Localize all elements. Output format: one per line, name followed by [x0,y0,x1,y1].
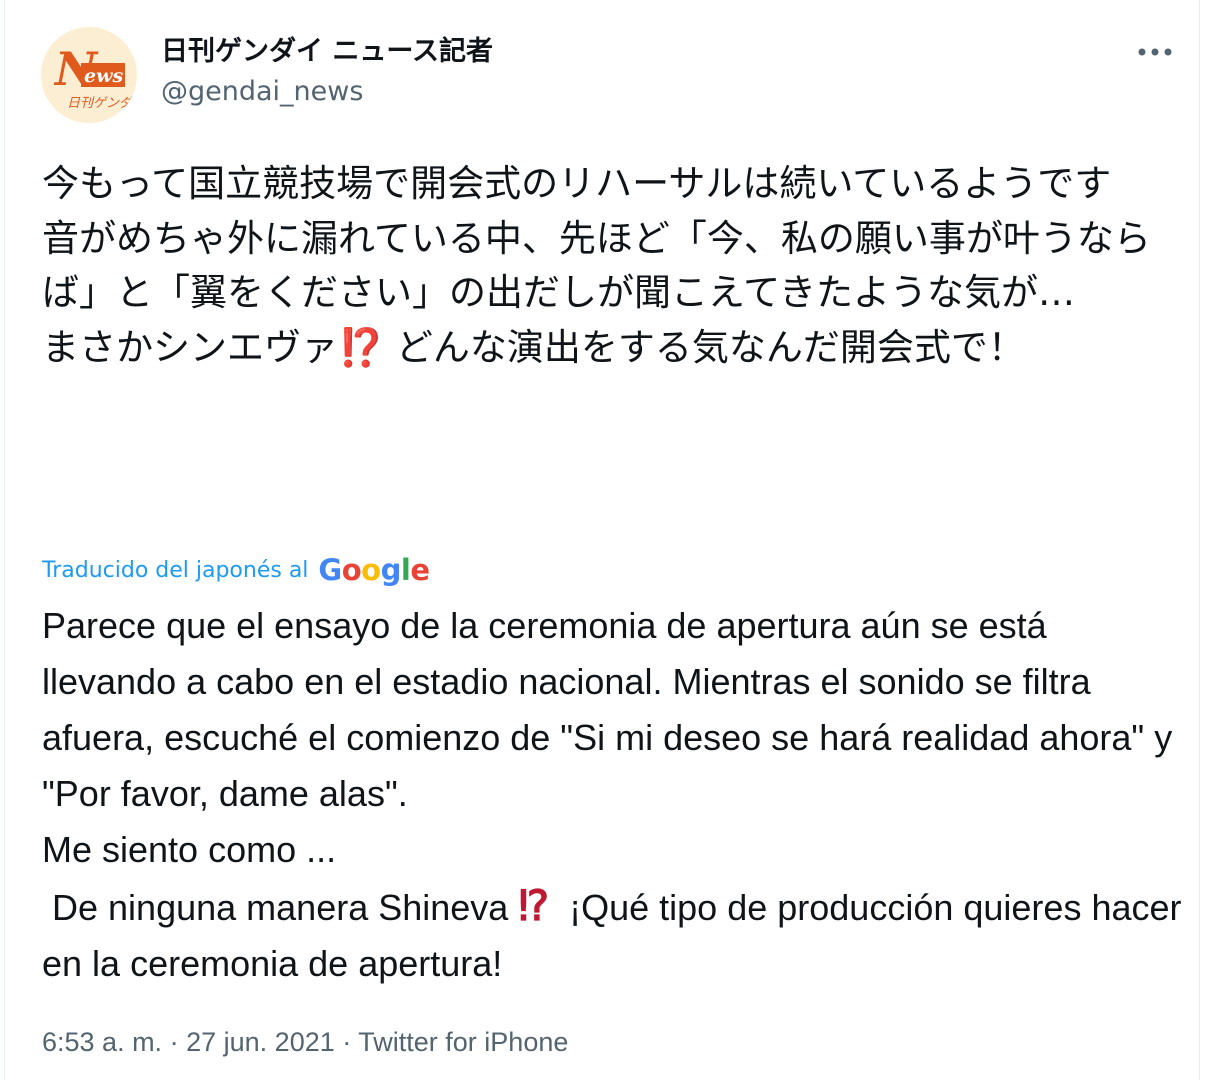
more-horizontal-icon [1138,48,1172,56]
tweet-time[interactable]: 6:53 a. m. [42,1027,162,1057]
tweet-card: N ews 日刊ゲンダイ 日刊ゲンダイ ニュース記者 @gendai_news … [4,0,1200,1080]
more-options-button[interactable] [1131,36,1179,68]
translated-label[interactable]: Traducido del japonés al [42,558,308,583]
tweet-date[interactable]: 27 jun. 2021 [186,1027,335,1057]
user-handle[interactable]: @gendai_news [161,74,363,110]
translated-tweet-text: Parece que el ensayo de la ceremonia de … [42,598,1182,992]
separator: · [169,1027,179,1057]
svg-text:日刊ゲンダイ: 日刊ゲンダイ [67,96,137,111]
svg-text:ews: ews [84,65,123,87]
translation-attribution[interactable]: Traducido del japonés al Google [42,552,430,588]
display-name[interactable]: 日刊ゲンダイ ニュース記者 [161,34,493,70]
news-logo-icon: N ews 日刊ゲンダイ [41,27,137,123]
translation-part-1: Parece que el ensayo de la ceremonia de … [42,605,1173,928]
avatar[interactable]: N ews 日刊ゲンダイ [41,27,137,123]
exclamation-question-icon: ⁉ [518,882,550,929]
separator: · [342,1027,352,1057]
tweet-source[interactable]: Twitter for iPhone [358,1027,568,1057]
google-logo: Google [318,553,430,587]
tweet-metadata: 6:53 a. m. · 27 jun. 2021 · Twitter for … [42,1024,568,1060]
tweet-text: 今もって国立競技場で開会式のリハーサルは続いているようです 音がめちゃ外に漏れて… [42,162,1151,369]
